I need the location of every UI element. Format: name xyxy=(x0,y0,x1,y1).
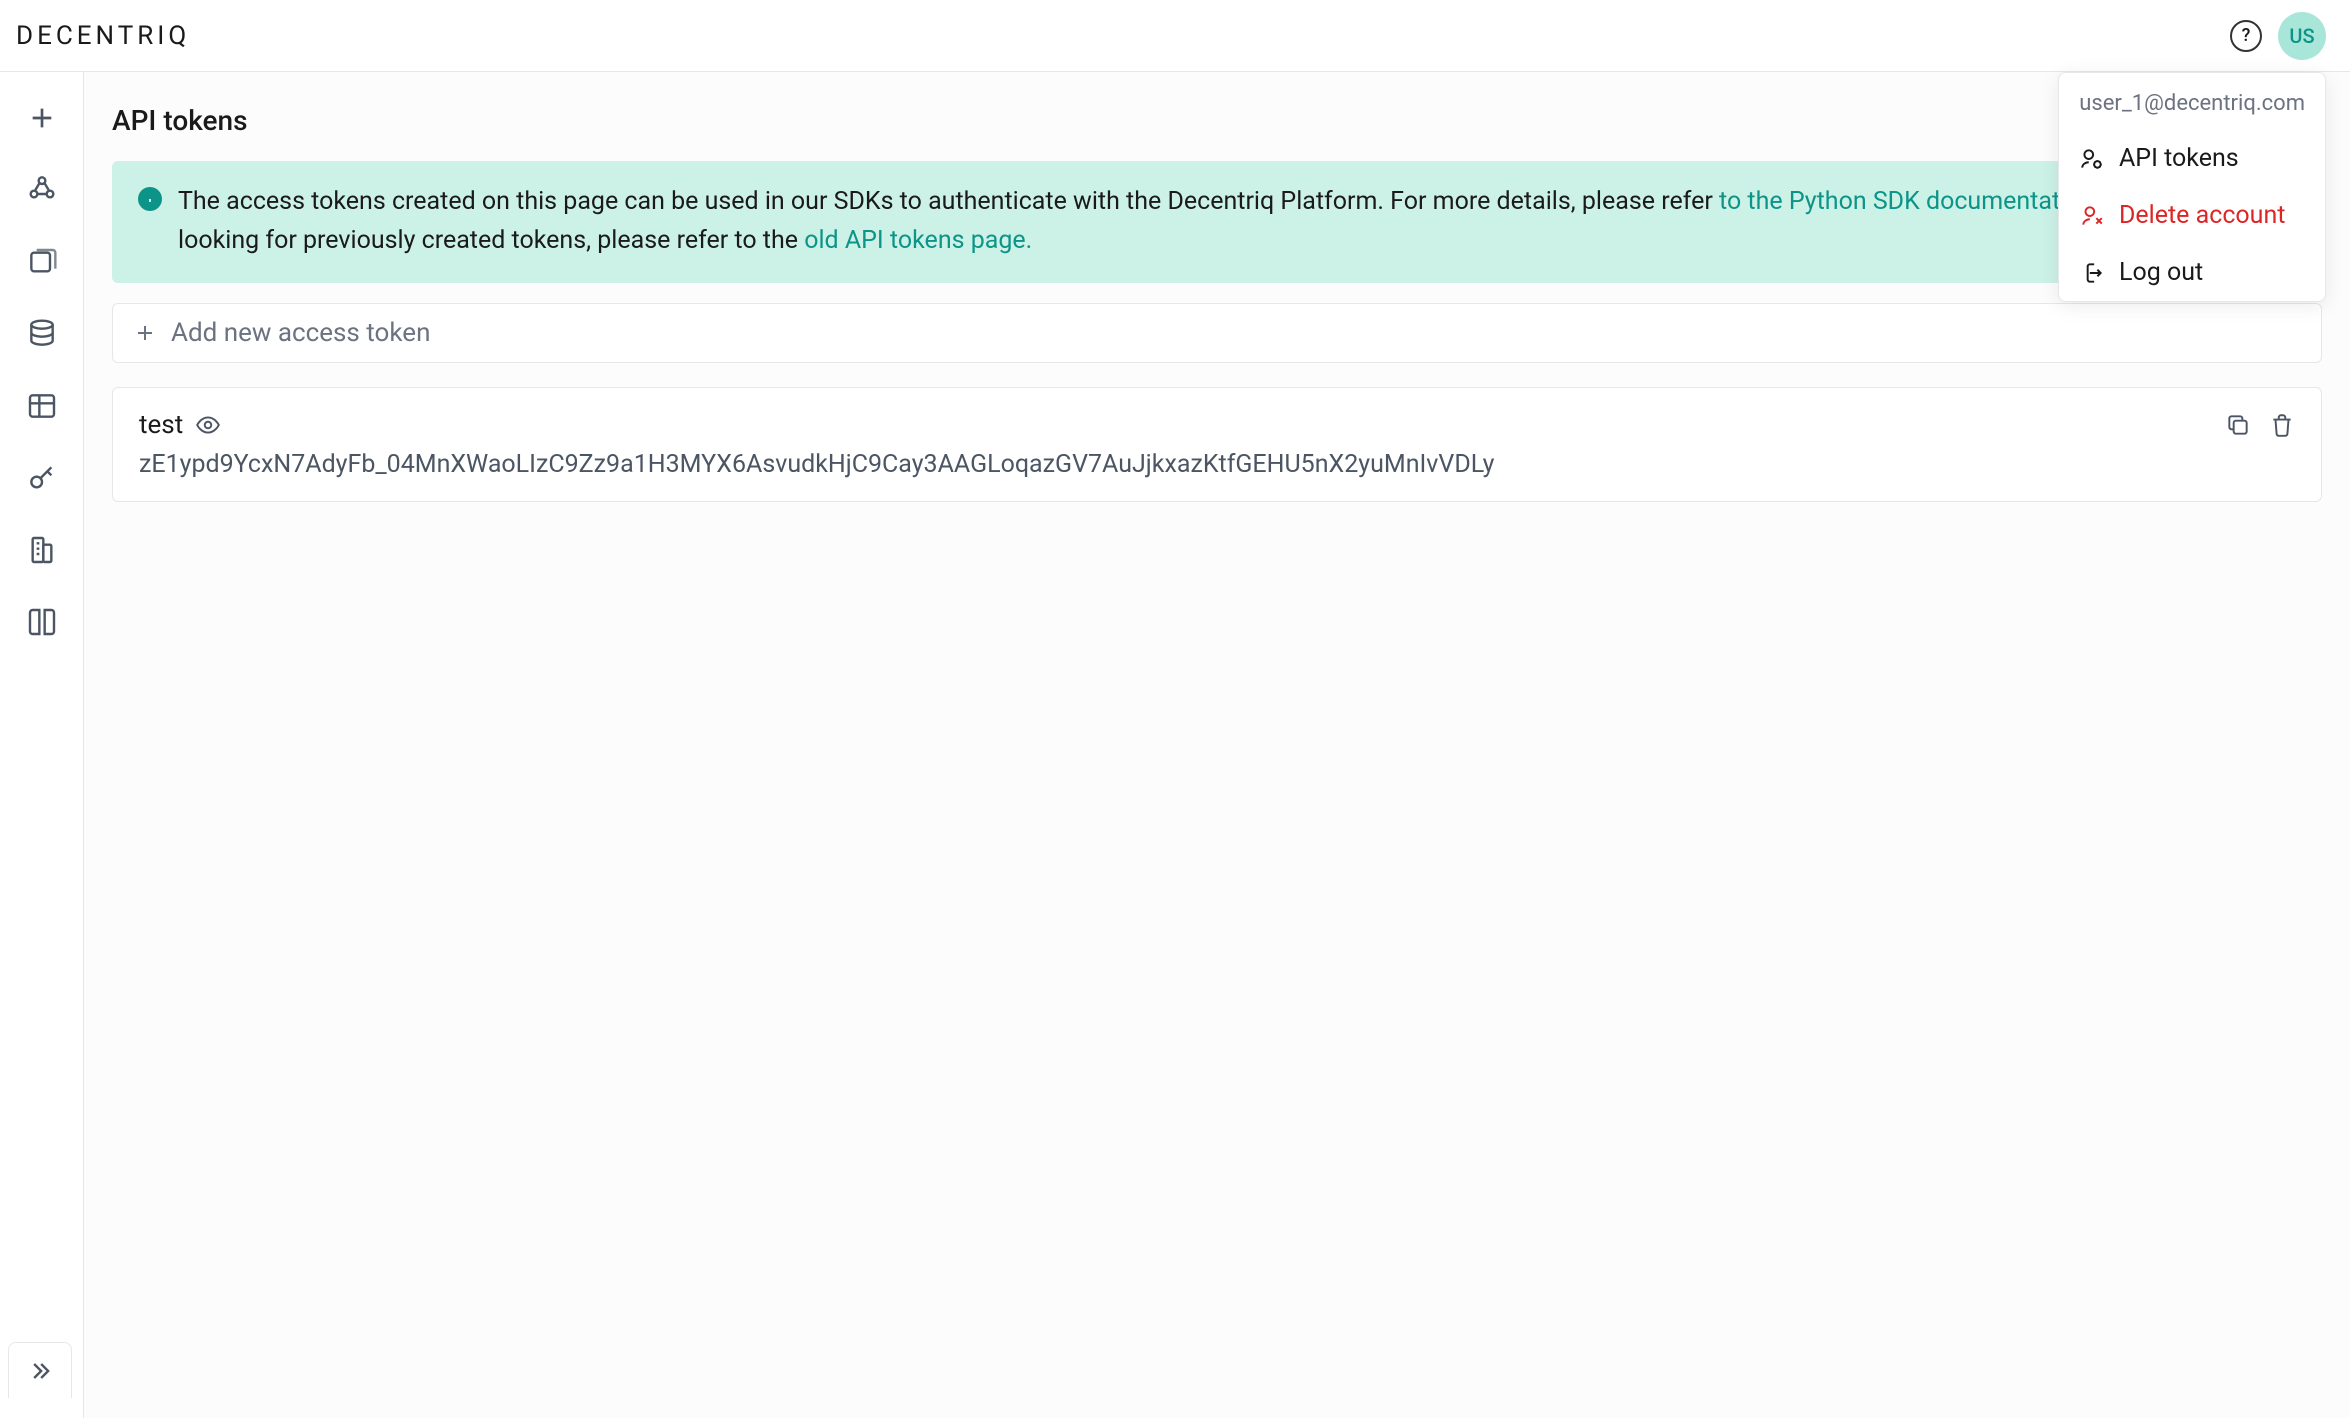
token-value: zE1ypd9YcxN7AdyFb_04MnXWaoLIzC9Zz9a1H3MY… xyxy=(139,450,2295,479)
trash-icon xyxy=(2269,412,2295,438)
user-email: user_1@decentriq.com xyxy=(2059,73,2325,130)
table-icon xyxy=(26,390,58,422)
sidebar-item-tables[interactable] xyxy=(24,388,60,424)
sidebar-item-datarooms[interactable] xyxy=(24,244,60,280)
page-title: API tokens xyxy=(112,104,2322,137)
menu-item-logout[interactable]: Log out xyxy=(2059,244,2325,301)
toggle-visibility-button[interactable] xyxy=(195,412,221,438)
sidebar-item-keys[interactable] xyxy=(24,460,60,496)
copy-icon xyxy=(2225,412,2251,438)
token-actions xyxy=(2225,412,2295,438)
header-actions: ? US xyxy=(2230,12,2326,60)
eye-icon xyxy=(195,412,221,438)
token-header: test xyxy=(139,410,2295,440)
user-avatar[interactable]: US xyxy=(2278,12,2326,60)
building-icon xyxy=(26,534,58,566)
plus-icon xyxy=(133,321,157,345)
add-token-button[interactable]: Add new access token xyxy=(112,303,2322,363)
plus-icon xyxy=(26,102,58,134)
old-tokens-link[interactable]: old API tokens page. xyxy=(804,226,1032,255)
app-header: DECENTRIQ ? US xyxy=(0,0,2350,72)
sidebar-item-docs[interactable] xyxy=(24,604,60,640)
sdk-docs-link[interactable]: to the Python SDK documentation. xyxy=(1719,187,2101,216)
sidebar-item-create[interactable] xyxy=(24,100,60,136)
chevron-right-double-icon xyxy=(26,1357,54,1385)
token-name: test xyxy=(139,410,183,440)
nodes-icon xyxy=(26,174,58,206)
sidebar-item-organizations[interactable] xyxy=(24,532,60,568)
info-text-part1: The access tokens created on this page c… xyxy=(178,187,1719,216)
key-icon xyxy=(26,462,58,494)
delete-token-button[interactable] xyxy=(2269,412,2295,438)
user-delete-icon xyxy=(2079,203,2105,229)
menu-label: Delete account xyxy=(2119,201,2285,230)
menu-label: Log out xyxy=(2119,258,2203,287)
user-gear-icon xyxy=(2079,146,2105,172)
menu-item-delete-account[interactable]: Delete account xyxy=(2059,187,2325,244)
layout: API tokens The access tokens created on … xyxy=(0,72,2350,1418)
help-button[interactable]: ? xyxy=(2230,20,2262,52)
info-text: The access tokens created on this page c… xyxy=(178,183,2296,261)
token-name-wrap: test xyxy=(139,410,221,440)
token-card: test zE1ypd9YcxN7AdyFb_04MnXWaoLIzC9Zz9a… xyxy=(112,387,2322,502)
brand-logo: DECENTRIQ xyxy=(16,21,190,51)
copy-token-button[interactable] xyxy=(2225,412,2251,438)
add-token-label: Add new access token xyxy=(171,318,430,348)
sidebar-item-cleanrooms[interactable] xyxy=(24,172,60,208)
logout-icon xyxy=(2079,260,2105,286)
sidebar-item-datasets[interactable] xyxy=(24,316,60,352)
info-banner: The access tokens created on this page c… xyxy=(112,161,2322,283)
user-menu-dropdown: user_1@decentriq.com API tokens Delete a… xyxy=(2058,72,2326,302)
info-icon xyxy=(138,187,162,211)
book-icon xyxy=(26,606,58,638)
menu-item-api-tokens[interactable]: API tokens xyxy=(2059,130,2325,187)
menu-label: API tokens xyxy=(2119,144,2239,173)
sidebar xyxy=(0,72,84,1418)
sidebar-expand-button[interactable] xyxy=(8,1342,72,1398)
database-icon xyxy=(26,318,58,350)
stack-icon xyxy=(26,246,58,278)
main-content: API tokens The access tokens created on … xyxy=(84,72,2350,1418)
